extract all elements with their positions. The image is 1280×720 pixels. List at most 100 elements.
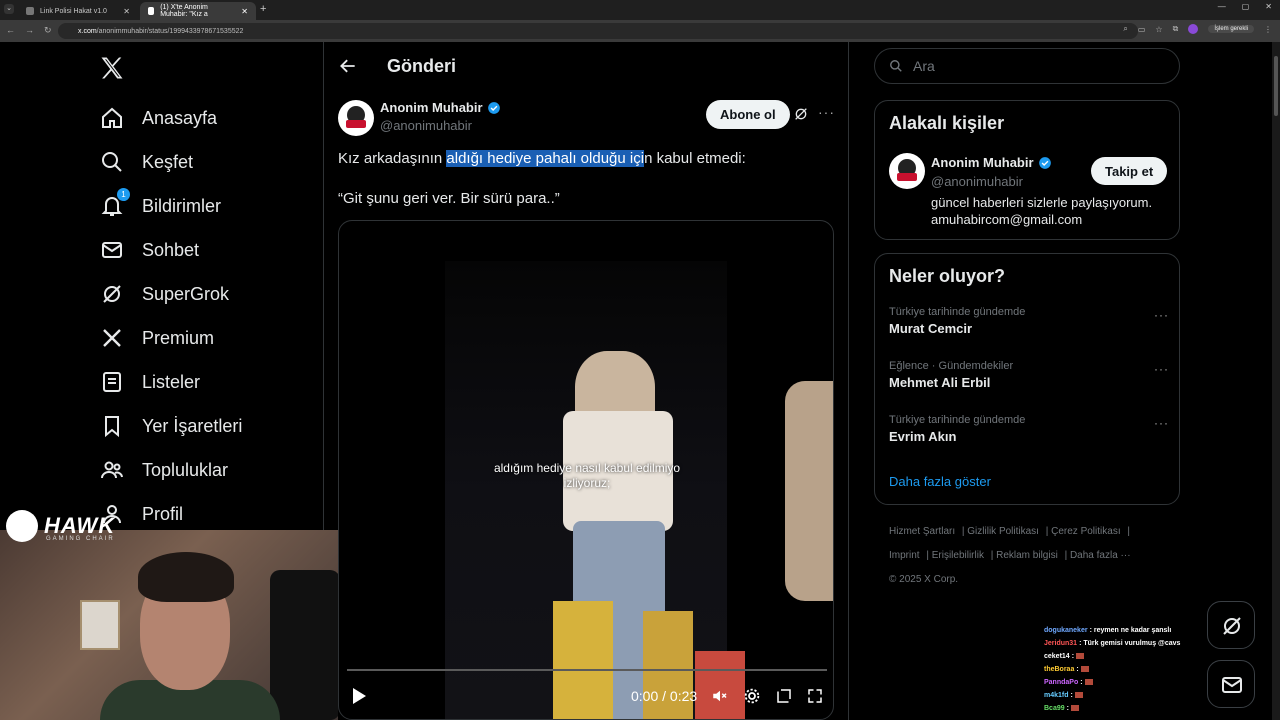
footer-link[interactable]: Reklam bilgisi (996, 550, 1058, 561)
related-handle[interactable]: @anonimuhabir (931, 174, 1023, 189)
bio-line: amuhabircom@gmail.com (931, 212, 1083, 227)
trend-item[interactable]: Türkiye tarihinde gündemde Murat Cemcir … (889, 306, 1169, 336)
page-scrollbar[interactable] (1272, 42, 1280, 720)
chat-text: Türk gemisi vurulmuş @cavs (1083, 640, 1181, 647)
profile-avatar[interactable] (1188, 24, 1199, 34)
trend-item[interactable]: Eğlence · Gündemdekiler Mehmet Ali Erbil… (889, 360, 1169, 390)
author-handle[interactable]: @anonimuhabir (380, 118, 501, 133)
webcam-overlay (0, 530, 338, 720)
minimize-icon[interactable]: — (1218, 2, 1226, 11)
tab-close-icon[interactable]: ✕ (123, 7, 130, 16)
reload-icon[interactable]: ↻ (44, 25, 52, 36)
nav-item-bookmarks[interactable]: Yer İşaretleri (100, 408, 242, 444)
trend-context: Türkiye tarihinde gündemde (889, 306, 1026, 318)
back-arrow-icon[interactable] (338, 56, 358, 76)
related-avatar[interactable] (889, 153, 925, 189)
trend-item[interactable]: Türkiye tarihinde gündemde Evrim Akın ··… (889, 414, 1169, 444)
grok-icon[interactable] (793, 106, 809, 122)
tab-close-icon[interactable]: ✕ (241, 7, 248, 16)
card-title: Neler oluyor? (889, 266, 1006, 286)
chat-user: m4k1fd (1044, 692, 1069, 699)
play-icon[interactable] (351, 687, 367, 705)
nav-item-lists[interactable]: Listeler (100, 364, 200, 400)
nav-item-communities[interactable]: Topluluklar (100, 452, 228, 488)
author-name[interactable]: Anonim Muhabir (380, 100, 483, 115)
emote-icon (1080, 666, 1089, 673)
cast-icon[interactable]: ▭ (1138, 25, 1146, 34)
fullscreen-icon[interactable] (806, 687, 824, 705)
more-options-icon[interactable]: ··· (1154, 362, 1169, 376)
subscribe-button[interactable]: Abone ol (706, 100, 790, 129)
related-people-card: Alakalı kişiler Anonim Muhabir @anonimuh… (874, 100, 1180, 240)
video-player[interactable]: aldığım hediye nasıl kabul edilmiyo izli… (338, 220, 834, 720)
bell-icon: 1 (100, 188, 130, 218)
nav-item-supergrok[interactable]: SuperGrok (100, 276, 229, 312)
post-header: Gönderi (324, 42, 848, 92)
nav-item-chat[interactable]: Sohbet (100, 232, 199, 268)
action-required-button[interactable]: İşlem gerekli (1208, 25, 1254, 33)
address-bar[interactable]: x.com/anonimmuhabir/status/1999433978671… (58, 23, 1138, 39)
footer-link[interactable]: Imprint (889, 550, 920, 561)
footer-link[interactable]: Çerez Politikası (1051, 526, 1120, 537)
chat-user: Bca99 (1044, 705, 1065, 712)
footer-link[interactable]: Gizlilik Politikası (967, 526, 1039, 537)
video-controls: 0:00 / 0:23 (339, 681, 833, 713)
nav-item-label: Premium (142, 327, 215, 348)
emote-icon (1070, 705, 1079, 712)
browser-tab[interactable]: Link Polisi Hakat v1.0 ✕ (18, 2, 138, 20)
nav-item-label: Bildirimler (142, 195, 222, 216)
footer-link[interactable]: Daha fazla ··· (1070, 550, 1131, 561)
related-name[interactable]: Anonim Muhabir (931, 155, 1034, 170)
url-path: /anonimmuhabir/status/199943397867153552… (96, 27, 244, 35)
chat-user: ceket14 (1044, 653, 1070, 660)
search-icon (102, 152, 122, 172)
more-options-icon[interactable]: ··· (818, 104, 835, 120)
author-avatar[interactable] (338, 100, 374, 136)
new-tab-icon[interactable]: + (260, 3, 266, 15)
card-title: Alakalı kişiler (889, 113, 1005, 133)
chat-message: ceket14: (1044, 650, 1214, 663)
messages-fab-button[interactable] (1207, 660, 1255, 708)
zoom-icon[interactable]: ⌕ (1123, 24, 1127, 34)
more-options-icon[interactable]: ··· (1154, 308, 1169, 322)
nav-item-premium[interactable]: Premium (100, 320, 214, 356)
forward-nav-icon[interactable]: → (25, 25, 34, 36)
chat-message: m4k1fd: (1044, 689, 1214, 702)
close-window-icon[interactable]: ✕ (1265, 2, 1272, 11)
home-icon (102, 107, 122, 128)
search-input[interactable]: Ara (874, 48, 1180, 84)
nav-item-home[interactable]: Anasayfa (100, 100, 217, 136)
trends-card: Neler oluyor? Türkiye tarihinde gündemde… (874, 253, 1180, 505)
extensions-icon[interactable]: ⧉ (1173, 24, 1179, 34)
emote-icon (1075, 653, 1084, 660)
show-more-link[interactable]: Daha fazla göster (889, 474, 991, 489)
footer-link[interactable]: Erişilebilirlik (932, 550, 984, 561)
menu-icon[interactable]: ⋮ (1264, 25, 1272, 34)
nav-item-notifications[interactable]: 1 Bildirimler (100, 188, 221, 224)
post-column: Gönderi Anonim Muhabir @anonimuhabir Abo… (324, 42, 849, 720)
maximize-icon[interactable]: ▢ (1242, 2, 1250, 11)
x-logo-icon[interactable] (98, 54, 126, 82)
nav-item-label: Yer İşaretleri (142, 415, 243, 436)
picture-in-picture-icon[interactable] (775, 687, 793, 705)
emote-icon (1074, 692, 1083, 699)
settings-gear-icon[interactable] (743, 687, 761, 705)
star-icon[interactable]: ☆ (1155, 25, 1162, 34)
video-progress-bar[interactable] (347, 669, 827, 671)
footer-link[interactable]: Hizmet Şartları (889, 526, 955, 537)
tab-search-icon[interactable]: ⌄ (4, 4, 14, 14)
author-info: Anonim Muhabir @anonimuhabir (380, 100, 501, 133)
hawk-logo-icon (6, 510, 38, 542)
notification-badge: 1 (117, 188, 130, 201)
volume-icon[interactable] (711, 687, 729, 705)
more-options-icon[interactable]: ··· (1154, 416, 1169, 430)
browser-tab-active[interactable]: (1) X'te Anonim Muhabir: "Kız a ✕ (140, 2, 256, 20)
subtitle-line: aldığım hediye nasıl kabul edilmiyo (493, 461, 681, 475)
grok-fab-button[interactable] (1207, 601, 1255, 649)
post-quote: “Git şunu geri ver. Bir sürü para..” (338, 190, 560, 207)
back-nav-icon[interactable]: ← (6, 25, 15, 36)
follow-button[interactable]: Takip et (1091, 157, 1168, 185)
nav-item-label: Topluluklar (142, 459, 229, 480)
nav-item-explore[interactable]: Keşfet (100, 144, 193, 180)
nav-item-label: Keşfet (142, 151, 194, 172)
